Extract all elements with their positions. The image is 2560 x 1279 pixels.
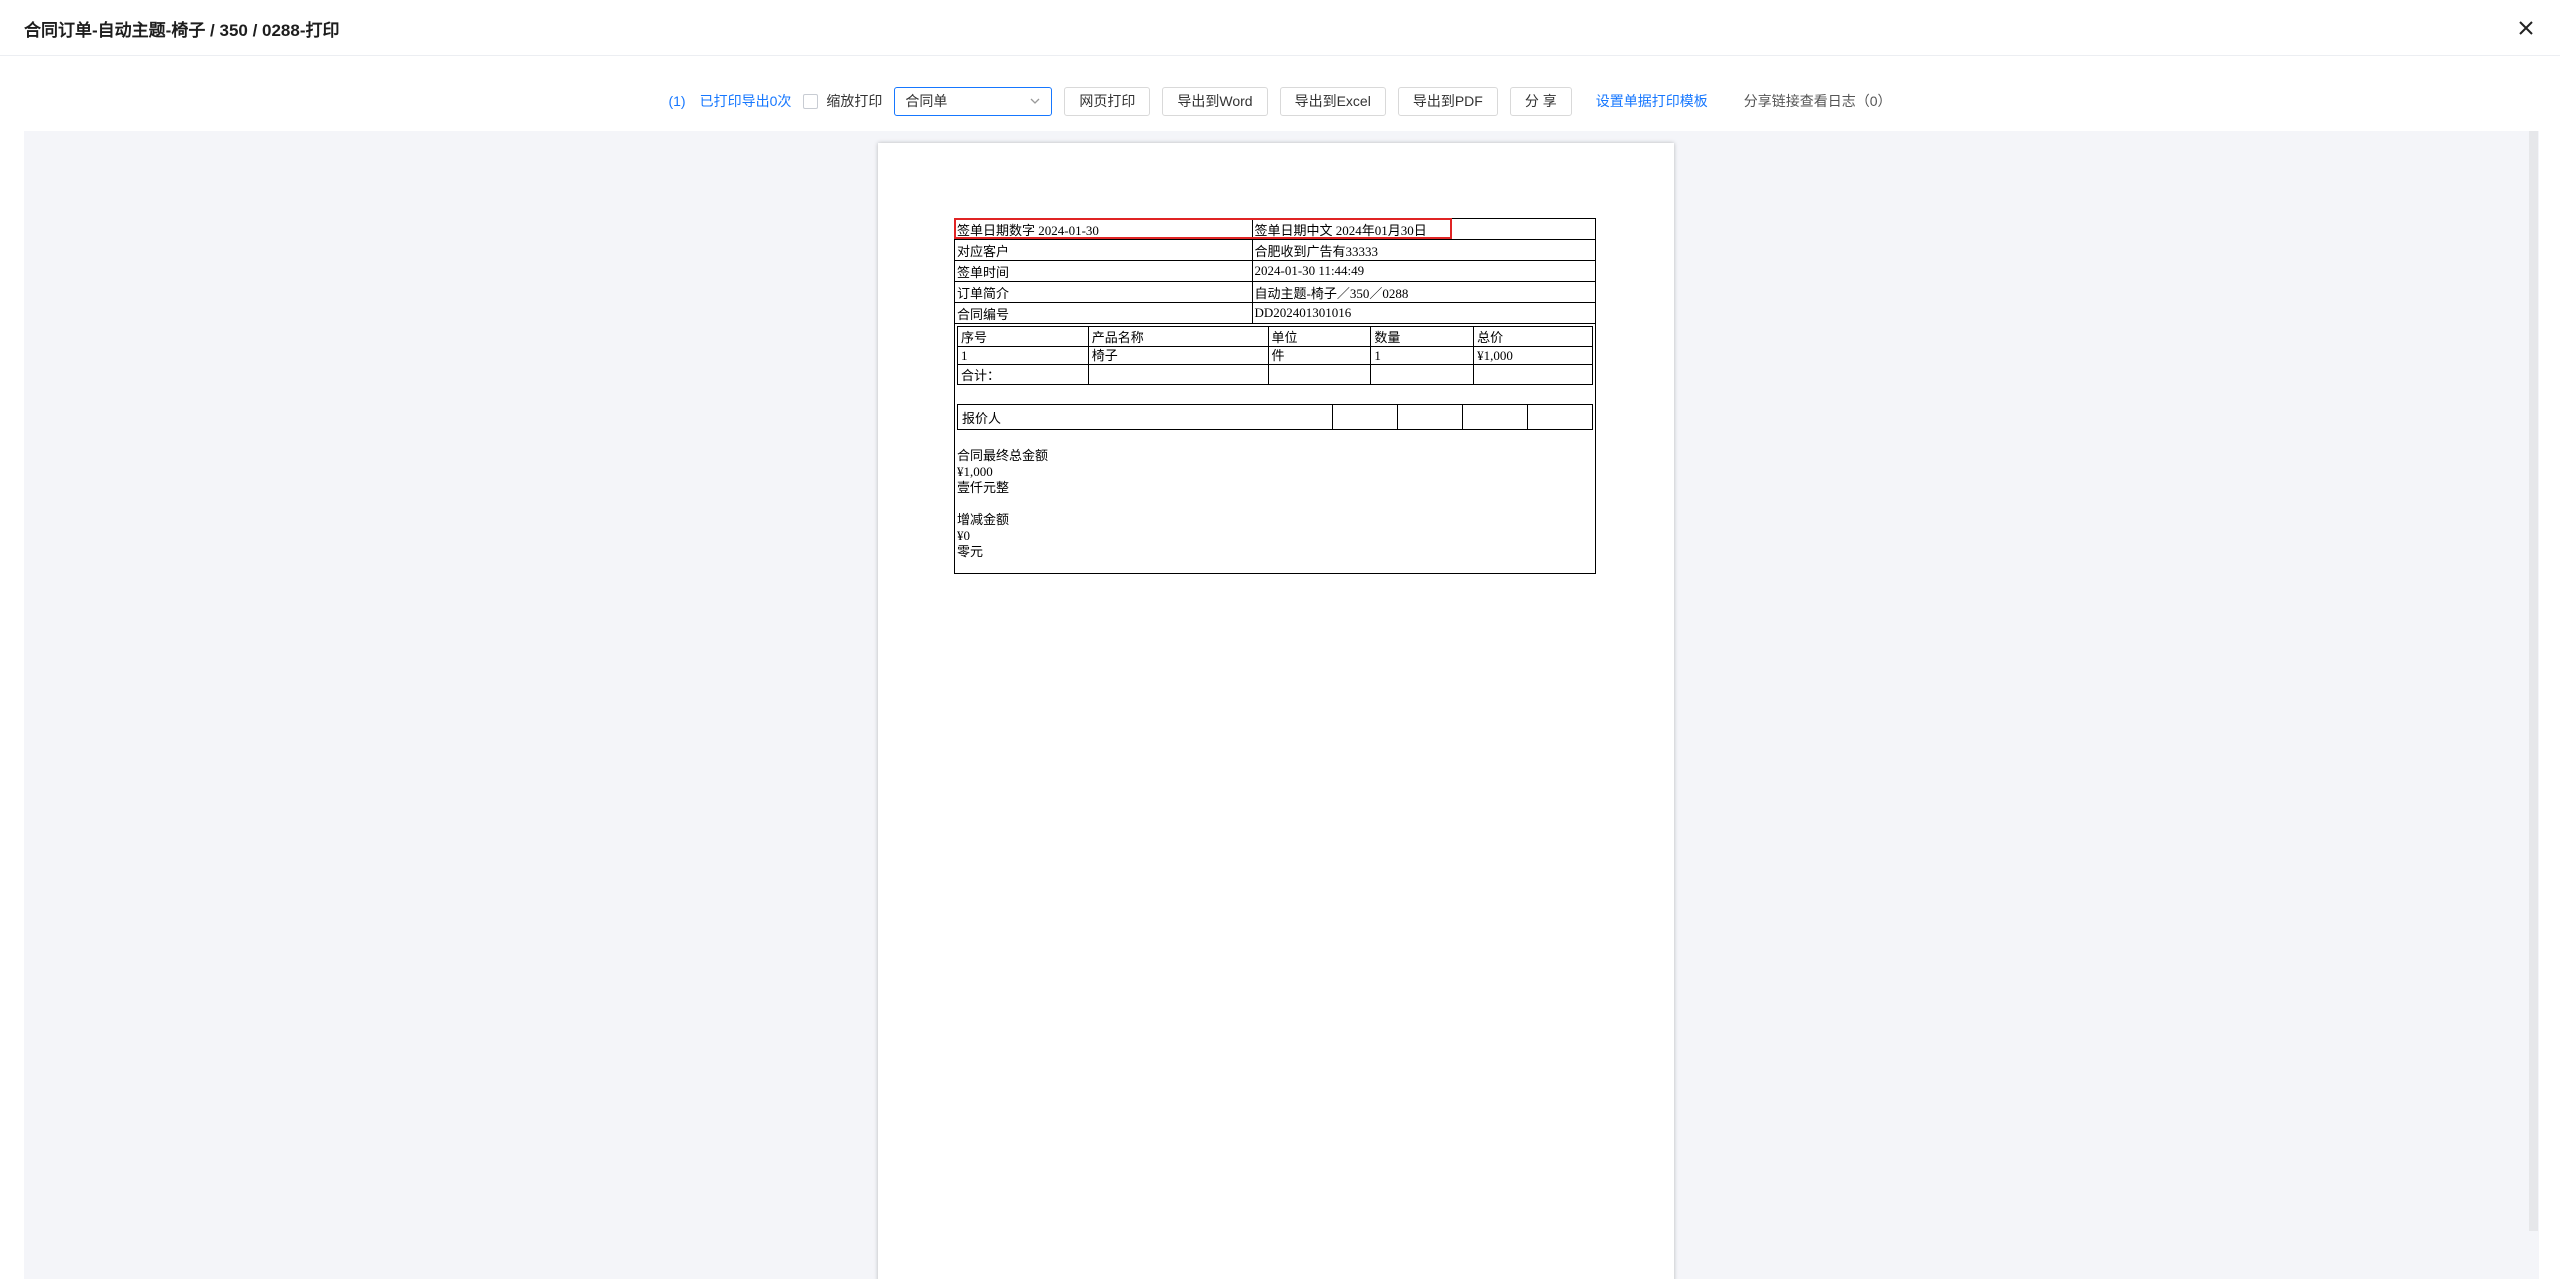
- col-header: 序号: [957, 326, 1089, 347]
- table-cell: [1462, 404, 1529, 430]
- total-label: 合计：: [957, 364, 1089, 385]
- order-summary-value: 自动主题-椅子／350／0288: [1251, 281, 1597, 303]
- export-pdf-button[interactable]: 导出到PDF: [1397, 86, 1498, 116]
- contract-detail-box: 序号 产品名称 单位 数量 总价 1 椅子 件 1 ¥1,000 合计： 报价人…: [954, 324, 1596, 574]
- table-row: 报价人: [956, 404, 1593, 430]
- export-word-button[interactable]: 导出到Word: [1162, 86, 1268, 116]
- table-cell: 椅子: [1087, 346, 1269, 365]
- scale-print-checkbox[interactable]: 缩放打印: [803, 91, 882, 111]
- order-summary-label: 订单简介: [954, 281, 1253, 303]
- adjust-chinese: 零元: [957, 544, 984, 559]
- table-row: 签单时间 2024-01-30 11:44:49: [954, 260, 1597, 282]
- dialog-header: 合同订单-自动主题-椅子 / 350 / 0288-打印: [0, 0, 2560, 56]
- export-excel-button[interactable]: 导出到Excel: [1279, 86, 1386, 116]
- print-preview-area: 签单日期数字 2024-01-30 签单日期中文 2024年01月30日 对应客…: [24, 131, 2529, 1279]
- chevron-down-icon: [1030, 98, 1040, 104]
- customer-value: 合肥收到广告有33333: [1251, 239, 1597, 261]
- web-print-button[interactable]: 网页打印: [1064, 86, 1151, 116]
- contract-number-value: DD202401301016: [1251, 302, 1597, 324]
- table-cell: [1087, 364, 1269, 385]
- sign-date-chinese: 签单日期中文 2024年01月30日: [1251, 218, 1597, 240]
- adjust-value: ¥0: [957, 528, 970, 543]
- sign-date-number: 签单日期数字 2024-01-30: [954, 218, 1253, 240]
- sign-time-label: 签单时间: [954, 260, 1253, 282]
- checkbox-icon[interactable]: [803, 93, 819, 109]
- final-total-chinese: 壹仟元整: [957, 480, 1010, 495]
- table-row: 合同编号 DD202401301016: [954, 302, 1597, 324]
- product-table: 序号 产品名称 单位 数量 总价 1 椅子 件 1 ¥1,000 合计：: [957, 326, 1593, 385]
- table-cell: ¥1,000: [1473, 346, 1593, 365]
- table-cell: [1370, 364, 1475, 385]
- contract-number-label: 合同编号: [954, 302, 1253, 324]
- customer-label: 对应客户: [954, 239, 1253, 261]
- table-row: 对应客户 合肥收到广告有33333: [954, 239, 1597, 261]
- col-header: 总价: [1473, 326, 1593, 347]
- table-cell: [1332, 404, 1399, 430]
- table-cell: 1: [1370, 346, 1475, 365]
- final-total-label: 合同最终总金额: [957, 448, 1049, 463]
- col-header: 产品名称: [1087, 326, 1269, 347]
- table-row: 签单日期数字 2024-01-30 签单日期中文 2024年01月30日: [954, 218, 1597, 240]
- contract-info-table: 签单日期数字 2024-01-30 签单日期中文 2024年01月30日 对应客…: [954, 218, 1597, 324]
- dialog-title: 合同订单-自动主题-椅子 / 350 / 0288-打印: [24, 21, 340, 40]
- reporter-table: 报价人: [956, 404, 1593, 430]
- sign-time-value: 2024-01-30 11:44:49: [1251, 260, 1597, 282]
- table-header-row: 序号 产品名称 单位 数量 总价: [957, 326, 1593, 347]
- share-button[interactable]: 分 享: [1509, 86, 1572, 116]
- scrollbar-thumb[interactable]: [2529, 131, 2538, 1231]
- table-cell: [1473, 364, 1593, 385]
- table-row: 订单简介 自动主题-椅子／350／0288: [954, 281, 1597, 303]
- table-cell: 件: [1267, 346, 1372, 365]
- table-cell: [1267, 364, 1372, 385]
- table-cell: [1527, 404, 1593, 430]
- col-header: 数量: [1370, 326, 1475, 347]
- total-row: 合计：: [957, 364, 1593, 385]
- print-page: 签单日期数字 2024-01-30 签单日期中文 2024年01月30日 对应客…: [878, 143, 1674, 1279]
- close-icon[interactable]: [2510, 12, 2542, 44]
- print-toolbar: (1) 已打印导出0次 缩放打印 合同单 网页打印 导出到Word 导出到Exc…: [0, 84, 2560, 118]
- final-total-value: ¥1,000: [957, 464, 993, 479]
- scale-print-label: 缩放打印: [826, 93, 883, 109]
- set-template-link[interactable]: 设置单据打印模板: [1596, 91, 1708, 111]
- reporter-label: 报价人: [956, 404, 1334, 430]
- vertical-scrollbar[interactable]: [2529, 131, 2539, 1279]
- table-cell: [1397, 404, 1464, 430]
- amount-summary: 合同最终总金额 ¥1,000 壹仟元整 增减金额 ¥0 零元: [957, 448, 1048, 560]
- count-link[interactable]: (1): [668, 93, 685, 109]
- template-select-value: 合同单: [905, 93, 948, 109]
- template-select[interactable]: 合同单: [894, 86, 1053, 116]
- contract-document: 签单日期数字 2024-01-30 签单日期中文 2024年01月30日 对应客…: [954, 218, 1597, 574]
- col-header: 单位: [1267, 326, 1372, 347]
- table-row: 1 椅子 件 1 ¥1,000: [957, 346, 1593, 365]
- share-log-link[interactable]: 分享链接查看日志（0）: [1744, 91, 1892, 111]
- printed-count-link[interactable]: 已打印导出0次: [700, 91, 792, 111]
- adjust-label: 增减金额: [957, 512, 1010, 527]
- table-cell: 1: [957, 346, 1089, 365]
